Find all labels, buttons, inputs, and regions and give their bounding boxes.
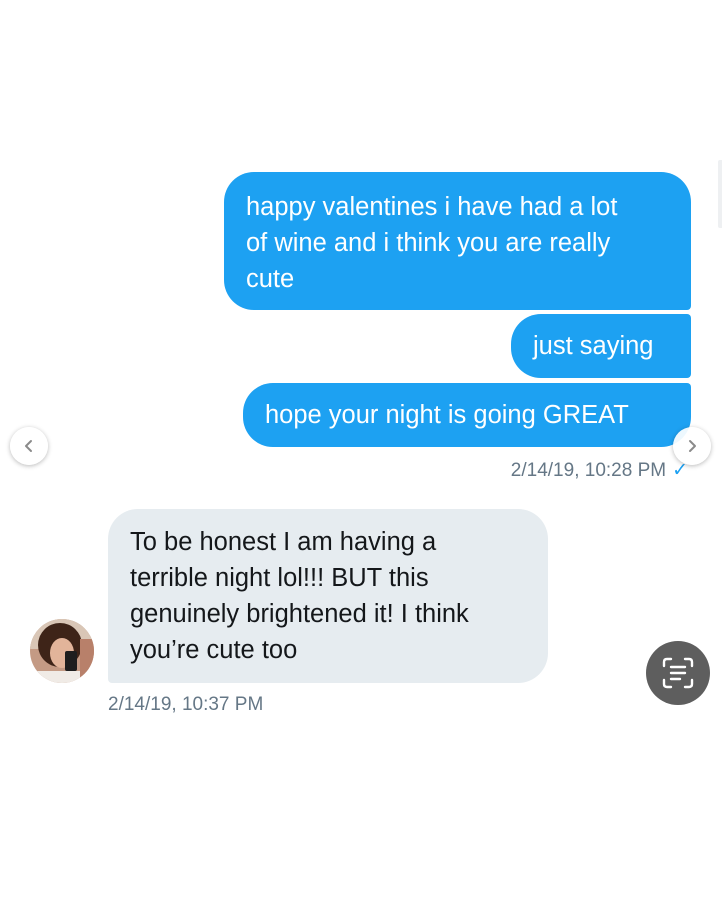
message-text-line: To be honest I am having a xyxy=(130,528,437,556)
sent-message-bubble[interactable]: happy valentines i have had a lot of win… xyxy=(224,172,691,310)
message-text-line: you’re cute too xyxy=(130,636,298,664)
sent-message-bubble[interactable]: just saying xyxy=(511,314,691,378)
message-text-line: terrible night lol!!! BUT this xyxy=(130,564,429,592)
chevron-right-icon xyxy=(689,440,696,452)
sent-message-bubble[interactable]: hope your night is going GREAT xyxy=(243,383,691,447)
message-text-line: genuinely brightened it! I think xyxy=(130,600,469,628)
timestamp-text: 2/14/19, 10:28 PM xyxy=(510,460,667,481)
sent-timestamp: 2/14/19, 10:28 PM ✓ xyxy=(511,459,688,482)
text-scan-icon xyxy=(662,657,694,689)
received-timestamp: 2/14/19, 10:37 PM xyxy=(108,694,264,715)
next-button[interactable] xyxy=(673,427,711,465)
text-scan-button[interactable] xyxy=(646,641,710,705)
message-text-line: just saying xyxy=(533,332,654,360)
message-text-line: of wine and i think you are really xyxy=(246,229,611,257)
message-text-line: happy valentines i have had a lot xyxy=(246,193,618,221)
received-message-bubble[interactable]: To be honest I am having a terrible nigh… xyxy=(108,509,548,683)
message-text-line: cute xyxy=(246,265,295,293)
previous-button[interactable] xyxy=(10,427,48,465)
avatar[interactable] xyxy=(30,619,94,683)
message-text-line: hope your night is going GREAT xyxy=(265,401,629,429)
next-image-edge xyxy=(718,160,722,228)
chevron-left-icon xyxy=(25,440,32,452)
